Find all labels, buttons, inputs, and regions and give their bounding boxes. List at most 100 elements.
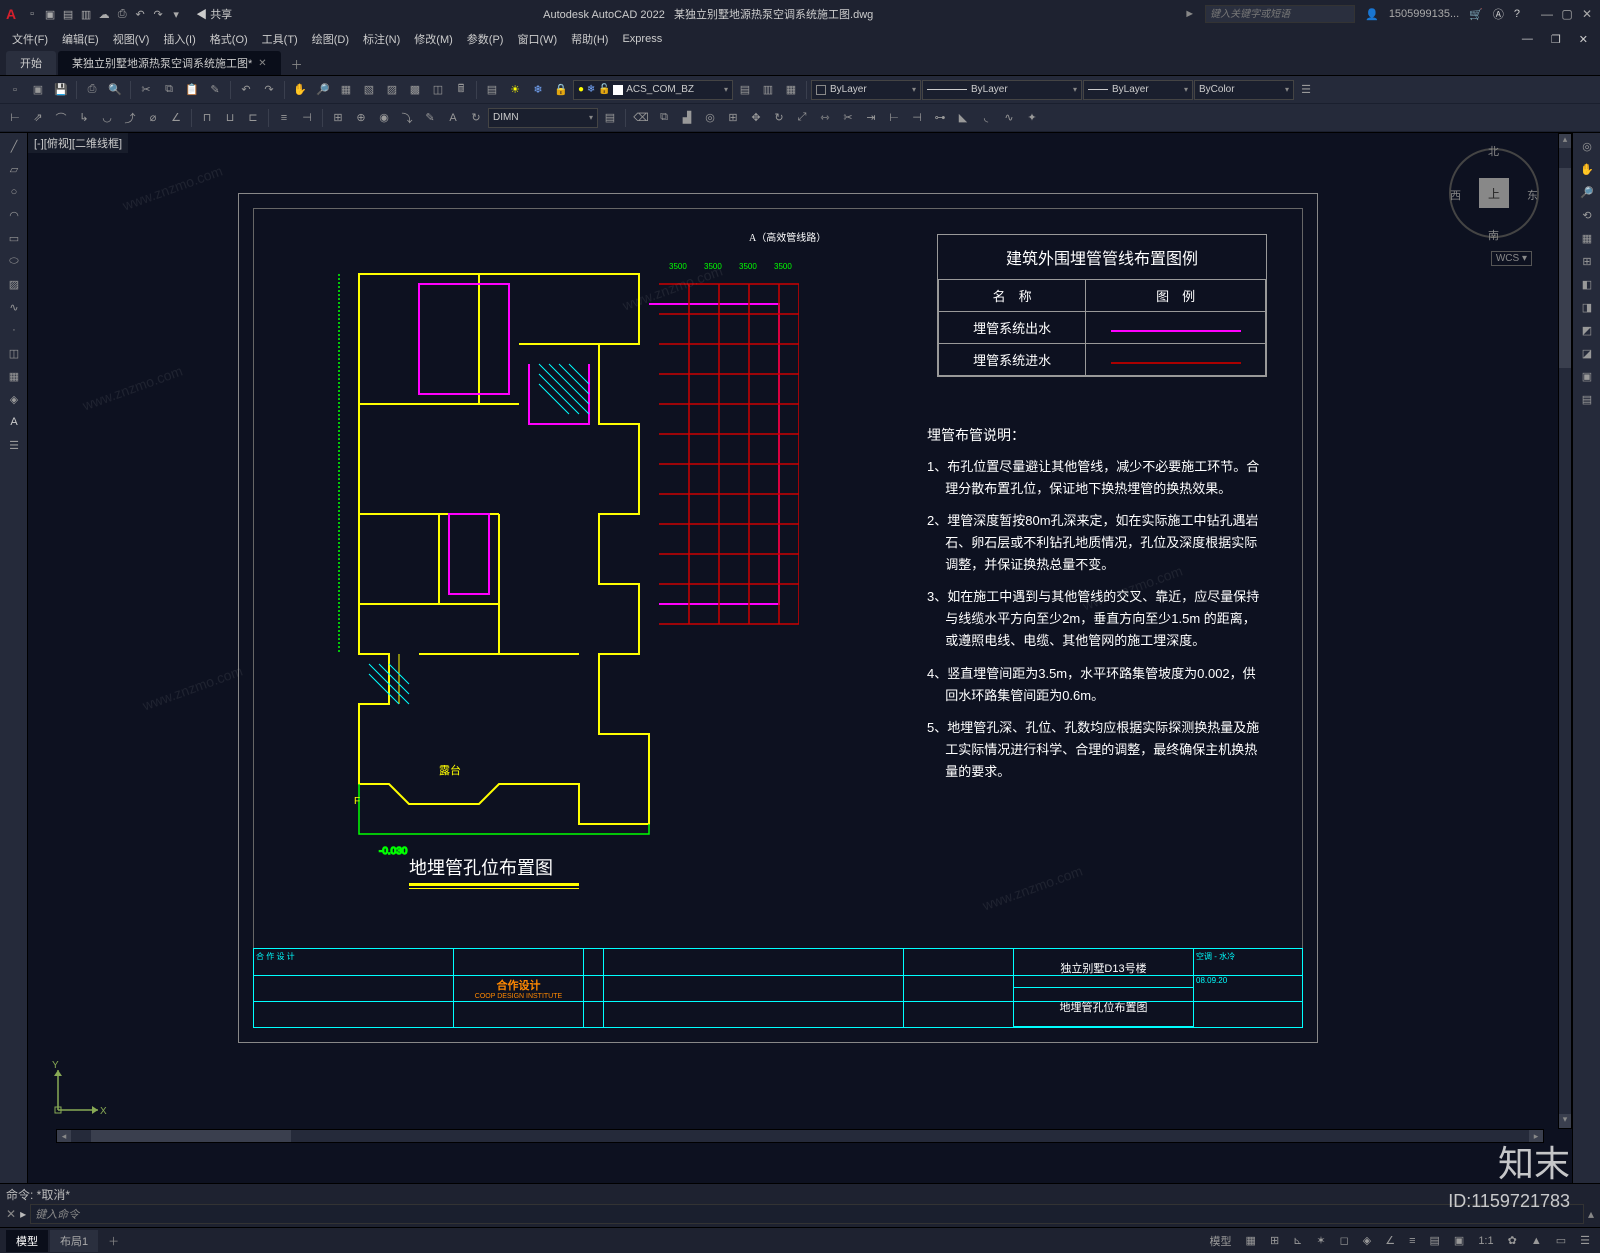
vertical-scrollbar[interactable]: ▴ ▾ <box>1558 133 1572 1129</box>
scroll-left-icon[interactable]: ◂ <box>57 1130 71 1142</box>
qat-dropdown-icon[interactable]: ▾ <box>168 6 184 22</box>
tb-cut-icon[interactable]: ✂ <box>135 79 157 101</box>
sb-cust-icon[interactable]: ☰ <box>1576 1232 1594 1249</box>
tb-zoom-icon[interactable]: 🔎 <box>312 79 334 101</box>
search-input[interactable]: 键入关键字或短语 <box>1205 5 1355 23</box>
d-base-icon[interactable]: ⊔ <box>219 107 241 129</box>
d-linear-icon[interactable]: ⊢ <box>4 107 26 129</box>
layer-dropdown[interactable]: ● ❄ 🔓 ACS_COM_BZ▾ <box>573 80 733 100</box>
qat-open-icon[interactable]: ▣ <box>42 6 58 22</box>
sb-lwt-icon[interactable]: ≡ <box>1405 1233 1419 1249</box>
m-copy-icon[interactable]: ⧉ <box>653 107 675 129</box>
menu-param[interactable]: 参数(P) <box>461 29 510 49</box>
sb-sel-icon[interactable]: ▣ <box>1450 1232 1468 1249</box>
d-insp-icon[interactable]: ◉ <box>373 107 395 129</box>
lineweight-dropdown[interactable]: ByLayer▾ <box>1083 80 1193 100</box>
menu-dim[interactable]: 标注(N) <box>357 29 406 49</box>
sb-osnap-icon[interactable]: ◻ <box>1336 1232 1353 1249</box>
tb-save-icon[interactable]: 💾 <box>50 79 72 101</box>
m-erase-icon[interactable]: ⌫ <box>630 107 652 129</box>
minimize-button[interactable]: — <box>1540 7 1554 21</box>
sb-iso-icon[interactable]: ▲ <box>1527 1233 1546 1249</box>
m-scale-icon[interactable]: ⤢ <box>791 107 813 129</box>
viewcube-top-face[interactable]: 上 <box>1479 178 1509 208</box>
doc-minimize-icon[interactable]: — <box>1516 31 1539 48</box>
horizontal-scrollbar[interactable]: ◂ ▸ <box>56 1129 1544 1143</box>
d-cen-icon[interactable]: ⊕ <box>350 107 372 129</box>
tb-redo-icon[interactable]: ↷ <box>258 79 280 101</box>
tab-start[interactable]: 开始 <box>6 51 56 75</box>
doc-close-icon[interactable]: ✕ <box>1573 31 1594 48</box>
m-blend-icon[interactable]: ∿ <box>998 107 1020 129</box>
d-quick-icon[interactable]: ⊓ <box>196 107 218 129</box>
m-join-icon[interactable]: ⊶ <box>929 107 951 129</box>
viewcube-south[interactable]: 南 <box>1488 227 1499 243</box>
m-break2-icon[interactable]: ⊢ <box>883 107 905 129</box>
maximize-button[interactable]: ▢ <box>1560 7 1574 21</box>
m-extend-icon[interactable]: ⇥ <box>860 107 882 129</box>
d-arc-icon[interactable]: ⌒ <box>50 107 72 129</box>
tb-tp-icon[interactable]: ▨ <box>381 79 403 101</box>
n-more5-icon[interactable]: ▣ <box>1575 365 1599 387</box>
d-dia-icon[interactable]: ⌀ <box>142 107 164 129</box>
tb-mark-icon[interactable]: ◫ <box>427 79 449 101</box>
m-stretch-icon[interactable]: ⇿ <box>814 107 836 129</box>
d-jog-icon[interactable]: ⤴ <box>119 107 141 129</box>
m-fillet-icon[interactable]: ◟ <box>975 107 997 129</box>
n-more2-icon[interactable]: ◨ <box>1575 296 1599 318</box>
tab-add-button[interactable]: ＋ <box>283 54 311 75</box>
tb-lm-icon[interactable]: ▤ <box>734 79 756 101</box>
model-tab[interactable]: 模型 <box>6 1230 48 1252</box>
p-mtext-icon[interactable]: A <box>2 411 26 433</box>
d-space-icon[interactable]: ≡ <box>273 107 295 129</box>
n-more6-icon[interactable]: ▤ <box>1575 388 1599 410</box>
wcs-label[interactable]: WCS ▾ <box>1491 251 1532 266</box>
d-edit-icon[interactable]: ✎ <box>419 107 441 129</box>
view-cube[interactable]: 上 北 南 东 西 <box>1444 143 1544 243</box>
d-tol-icon[interactable]: ⊞ <box>327 107 349 129</box>
n-orbit-icon[interactable]: ⟲ <box>1575 204 1599 226</box>
user-label[interactable]: 1505999135... <box>1389 8 1459 20</box>
p-more-icon[interactable]: ☰ <box>2 434 26 456</box>
scroll-thumb-v[interactable] <box>1559 168 1571 368</box>
p-pline-icon[interactable]: ▱ <box>2 158 26 180</box>
tb-preview-icon[interactable]: 🔍 <box>104 79 126 101</box>
menu-view[interactable]: 视图(V) <box>107 29 156 49</box>
sb-ortho-icon[interactable]: ⊾ <box>1289 1232 1306 1249</box>
tb-ls-icon[interactable]: ▥ <box>757 79 779 101</box>
m-move-icon[interactable]: ✥ <box>745 107 767 129</box>
n-show-icon[interactable]: ▦ <box>1575 227 1599 249</box>
n-more3-icon[interactable]: ◩ <box>1575 319 1599 341</box>
menu-modify[interactable]: 修改(M) <box>408 29 459 49</box>
p-block-icon[interactable]: ◫ <box>2 342 26 364</box>
sb-polar-icon[interactable]: ✶ <box>1312 1232 1329 1249</box>
viewcube-west[interactable]: 西 <box>1450 187 1461 203</box>
scroll-up-icon[interactable]: ▴ <box>1559 134 1571 148</box>
tab-document[interactable]: 某独立别墅地源热泵空调系统施工图*✕ <box>58 51 281 75</box>
viewport-label[interactable]: [-][俯视][二维线框] <box>28 133 128 153</box>
scroll-right-icon[interactable]: ▸ <box>1529 1130 1543 1142</box>
tb-list-icon[interactable]: ☰ <box>1295 79 1317 101</box>
drawing-canvas[interactable]: [-][俯视][二维线框] 上 北 南 东 西 WCS ▾ A（高效管线路） <box>28 133 1572 1183</box>
sb-clean-icon[interactable]: ▭ <box>1552 1232 1570 1249</box>
sb-trans-icon[interactable]: ▤ <box>1426 1232 1444 1249</box>
m-break-icon[interactable]: ⊣ <box>906 107 928 129</box>
menu-format[interactable]: 格式(O) <box>204 29 254 49</box>
tb-plot-icon[interactable]: ⎙ <box>81 79 103 101</box>
dimstyle-dropdown[interactable]: DIMN▾ <box>488 108 598 128</box>
m-mirror-icon[interactable]: ▟ <box>676 107 698 129</box>
p-hatch-icon[interactable]: ▨ <box>2 273 26 295</box>
d-aligned-icon[interactable]: ⇗ <box>27 107 49 129</box>
qat-new-icon[interactable]: ▫ <box>24 6 40 22</box>
sb-3dosnap-icon[interactable]: ◈ <box>1359 1232 1375 1249</box>
sb-gear-icon[interactable]: ✿ <box>1504 1232 1521 1249</box>
n-wheel-icon[interactable]: ◎ <box>1575 135 1599 157</box>
tb-match-icon[interactable]: ✎ <box>204 79 226 101</box>
menu-file[interactable]: 文件(F) <box>6 29 54 49</box>
tb-layer-icon[interactable]: ▤ <box>481 79 503 101</box>
tb-undo-icon[interactable]: ↶ <box>235 79 257 101</box>
app-icon[interactable]: Ⓐ <box>1493 6 1504 22</box>
tb-props-icon[interactable]: ▦ <box>335 79 357 101</box>
sb-grid-icon[interactable]: ▦ <box>1242 1232 1260 1249</box>
n-more1-icon[interactable]: ◧ <box>1575 273 1599 295</box>
